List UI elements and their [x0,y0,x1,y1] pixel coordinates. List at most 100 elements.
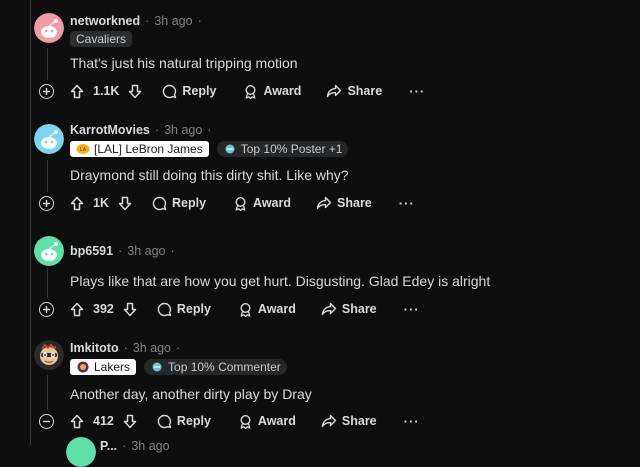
vote-group: 1.1K [70,84,142,99]
reply-button[interactable]: Reply [157,302,211,317]
comment-text: Plays like that are how you get hurt. Di… [70,273,491,289]
avatar[interactable] [34,13,64,43]
minus-icon [43,420,50,422]
username[interactable]: networkned [70,14,140,28]
user-flair: Cavaliers [70,31,133,47]
avatar[interactable] [34,124,64,154]
comment-text: That's just his natural tripping motion [70,55,298,71]
vote-count: 412 [93,414,114,428]
share-icon [321,302,337,316]
more-options-button[interactable]: ··· [404,302,420,317]
award-label: Award [253,196,292,210]
reply-label: Reply [176,414,211,428]
reply-button[interactable]: Reply [162,84,216,99]
share-button[interactable]: Share [321,414,377,428]
expand-thread-button[interactable] [39,301,54,317]
award-icon [240,302,251,317]
comment-text: Draymond still doing this dirty shit. Li… [70,167,349,183]
comment-text: Another day, another dirty play by Dray [70,386,312,402]
share-label: Share [341,302,377,316]
award-label: Award [263,84,302,98]
avatar[interactable] [34,340,64,370]
achievement-badge: Top 10% Commenter [144,359,287,375]
plus-icon [43,305,50,313]
achievement-badge: Top 10% Poster +1 [216,141,349,157]
timestamp[interactable]: 3h ago [127,244,165,258]
collapse-thread-button[interactable] [39,413,54,429]
user-flair-text: Lakers [94,360,131,374]
poster-badge-icon [225,144,235,154]
downvote-icon[interactable] [128,84,142,99]
achievement-badge-text: Top 10% Commenter [168,360,281,374]
award-button[interactable]: Award [238,414,296,429]
expand-thread-button[interactable] [39,195,54,211]
avatar[interactable] [34,236,64,266]
comment-header: KarrotMovies · 3h ago · [70,123,216,137]
award-button[interactable]: Award [243,84,301,99]
vote-group: 412 [70,414,137,429]
thread-line[interactable] [30,0,31,445]
thread-line-2[interactable] [47,160,48,192]
thread-line-3[interactable] [47,268,48,298]
action-bar: 1.1K Reply Award Share ··· [39,81,425,101]
downvote-icon[interactable] [123,414,137,429]
timestamp[interactable]: 3h ago [164,123,202,137]
comment-bubble-icon [157,302,172,316]
share-button[interactable]: Share [321,302,377,316]
svg-text:LA: LA [80,147,87,153]
timestamp[interactable]: 3h ago [131,439,169,453]
more-options-button[interactable]: ··· [404,414,420,429]
avatar[interactable] [66,437,96,467]
downvote-icon[interactable] [123,302,137,317]
upvote-icon[interactable] [70,196,84,211]
action-bar: 412 Reply Award Share ··· [39,411,420,431]
vote-count: 1K [93,196,109,210]
timestamp[interactable]: 3h ago [133,341,171,355]
award-button[interactable]: Award [238,302,296,317]
share-label: Share [347,84,383,98]
user-flair: LA [LAL] LeBron James [70,141,209,157]
share-icon [321,414,337,428]
thread-line-4[interactable] [47,375,48,410]
vote-count: 1.1K [93,84,120,98]
reply-button[interactable]: Reply [157,414,211,429]
plus-icon [43,87,50,95]
downvote-icon[interactable] [118,196,132,211]
vote-group: 392 [70,302,137,317]
share-icon [327,84,342,98]
award-label: Award [257,302,296,316]
award-label: Award [257,414,296,428]
separator-dot: · [118,244,123,258]
expand-thread-button[interactable] [39,83,54,99]
award-icon [240,414,251,429]
timestamp[interactable]: 3h ago [154,14,192,28]
more-options-button[interactable]: ··· [409,84,425,99]
separator-dot: · [145,14,150,28]
username[interactable]: KarrotMovies [70,123,150,137]
upvote-icon[interactable] [70,84,84,99]
separator-dot: · [176,341,181,355]
more-options-button[interactable]: ··· [399,196,415,211]
reply-button[interactable]: Reply [152,196,206,211]
action-bar: 1K Reply Award Share ··· [39,193,415,213]
user-flair: Lakers [70,359,137,375]
thread-line-1[interactable] [47,48,48,80]
share-button[interactable]: Share [316,196,372,210]
username[interactable]: P... [100,439,117,453]
lakers-logo-icon: LA [76,144,90,154]
reply-label: Reply [176,302,211,316]
action-bar: 392 Reply Award Share ··· [39,299,420,319]
comment-bubble-icon [163,84,177,98]
separator-dot: · [154,123,160,137]
vote-group: 1K [70,196,132,211]
username[interactable]: bp6591 [70,244,113,258]
upvote-icon[interactable] [70,414,84,429]
flair-row: LA [LAL] LeBron James Top 10% Poster +1 [70,141,349,157]
username[interactable]: Imkitoto [70,341,119,355]
share-button[interactable]: Share [326,84,382,98]
upvote-icon[interactable] [70,302,84,317]
reply-label: Reply [182,84,217,98]
achievement-badge-text: Top 10% Poster +1 [240,142,343,156]
award-button[interactable]: Award [233,196,291,211]
share-icon [316,196,332,210]
